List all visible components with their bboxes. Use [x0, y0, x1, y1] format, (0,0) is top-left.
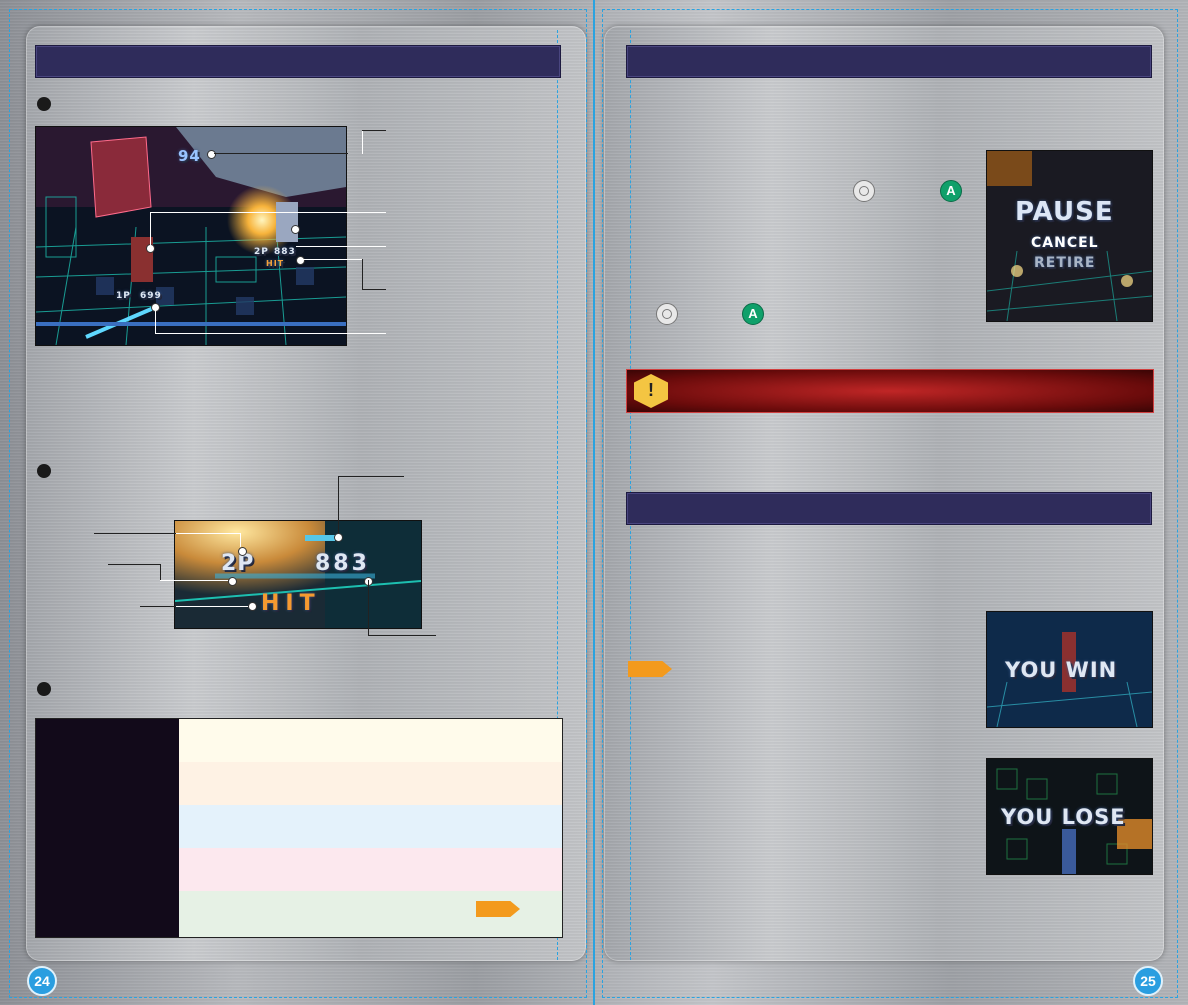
callout-line	[362, 289, 386, 290]
table-row-header	[36, 719, 179, 762]
callout-dot	[228, 577, 237, 586]
callout-dot	[291, 225, 300, 234]
callout-line	[150, 212, 386, 213]
page-number-right: 25	[1133, 966, 1163, 996]
callout-line	[176, 606, 248, 607]
manual-spread: 94 2P 883 HIT 1P 699 2P 883 HIT 24 A A P…	[0, 0, 1188, 1005]
table-row-header	[36, 805, 179, 848]
bullet-icon	[37, 464, 51, 478]
table-row	[36, 719, 562, 763]
circle-pad-icon	[656, 303, 678, 325]
callout-dot	[296, 256, 305, 265]
table-row	[36, 805, 562, 849]
page-number-left: 24	[27, 966, 57, 996]
warning-bar	[626, 369, 1154, 413]
pause-option-retire[interactable]: RETIRE	[1034, 255, 1095, 271]
battle-screenshot: 94 2P 883 HIT 1P 699	[35, 126, 347, 346]
table-cell	[179, 719, 562, 762]
win-text: YOU WIN	[1005, 658, 1118, 682]
lose-text: YOU LOSE	[1001, 805, 1126, 829]
zoom-damage-value: 883	[315, 551, 370, 576]
callout-line	[368, 635, 436, 636]
pause-screenshot: PAUSE CANCEL RETIRE	[986, 150, 1153, 322]
hud-timer: 94	[178, 147, 201, 165]
callout-line	[338, 476, 404, 477]
pause-title: PAUSE	[1015, 197, 1114, 227]
a-button-icon: A	[940, 180, 962, 202]
section-header-bar-right-2	[626, 492, 1152, 525]
hud-p2-value: 883	[274, 247, 296, 257]
callout-line	[160, 564, 161, 580]
win-screenshot: YOU WIN	[986, 611, 1153, 728]
callout-line	[296, 246, 386, 247]
section-header-bar-left	[35, 45, 561, 78]
zoom-hit-label: HIT	[261, 591, 321, 616]
callout-line	[362, 130, 386, 131]
warning-icon-glyph: !	[648, 380, 654, 400]
bullet-icon	[37, 97, 51, 111]
callout-line	[176, 533, 240, 534]
section-header-bar-right-1	[626, 45, 1152, 78]
callout-line	[150, 212, 151, 246]
hud-p1-value: 699	[140, 291, 162, 301]
circle-pad-icon	[853, 180, 875, 202]
zoom-player-tag: 2P	[221, 551, 255, 576]
callout-line	[108, 564, 160, 565]
table-cell	[179, 848, 562, 891]
spine	[593, 0, 595, 1005]
pause-option-cancel[interactable]: CANCEL	[1031, 235, 1099, 251]
callout-line	[338, 476, 339, 533]
table-cell	[179, 762, 562, 805]
callout-dot	[248, 602, 257, 611]
hud-p1-tag: 1P	[116, 291, 131, 301]
callout-dot	[238, 547, 247, 556]
a-button-icon: A	[742, 303, 764, 325]
callout-line	[155, 333, 386, 334]
table-row-header	[36, 762, 179, 805]
hud-p2-hit: HIT	[266, 259, 285, 268]
table-cell	[179, 805, 562, 848]
table-row-header	[36, 848, 179, 891]
callout-line	[368, 580, 369, 636]
callout-line	[214, 153, 348, 154]
callout-dot	[334, 533, 343, 542]
bullet-icon	[37, 682, 51, 696]
callout-line	[160, 580, 228, 581]
lose-screenshot: YOU LOSE	[986, 758, 1153, 875]
table-row-header	[36, 891, 179, 937]
hud-p2-tag: 2P	[254, 247, 269, 257]
hud-zoom-screenshot: 2P 883 HIT	[174, 520, 422, 629]
table-row	[36, 762, 562, 806]
table-row	[36, 848, 562, 892]
callout-line	[362, 259, 363, 289]
callout-line	[240, 533, 241, 547]
callout-dot	[207, 150, 216, 159]
callout-line	[362, 130, 363, 154]
callout-line	[300, 259, 362, 260]
callout-line	[155, 306, 156, 334]
